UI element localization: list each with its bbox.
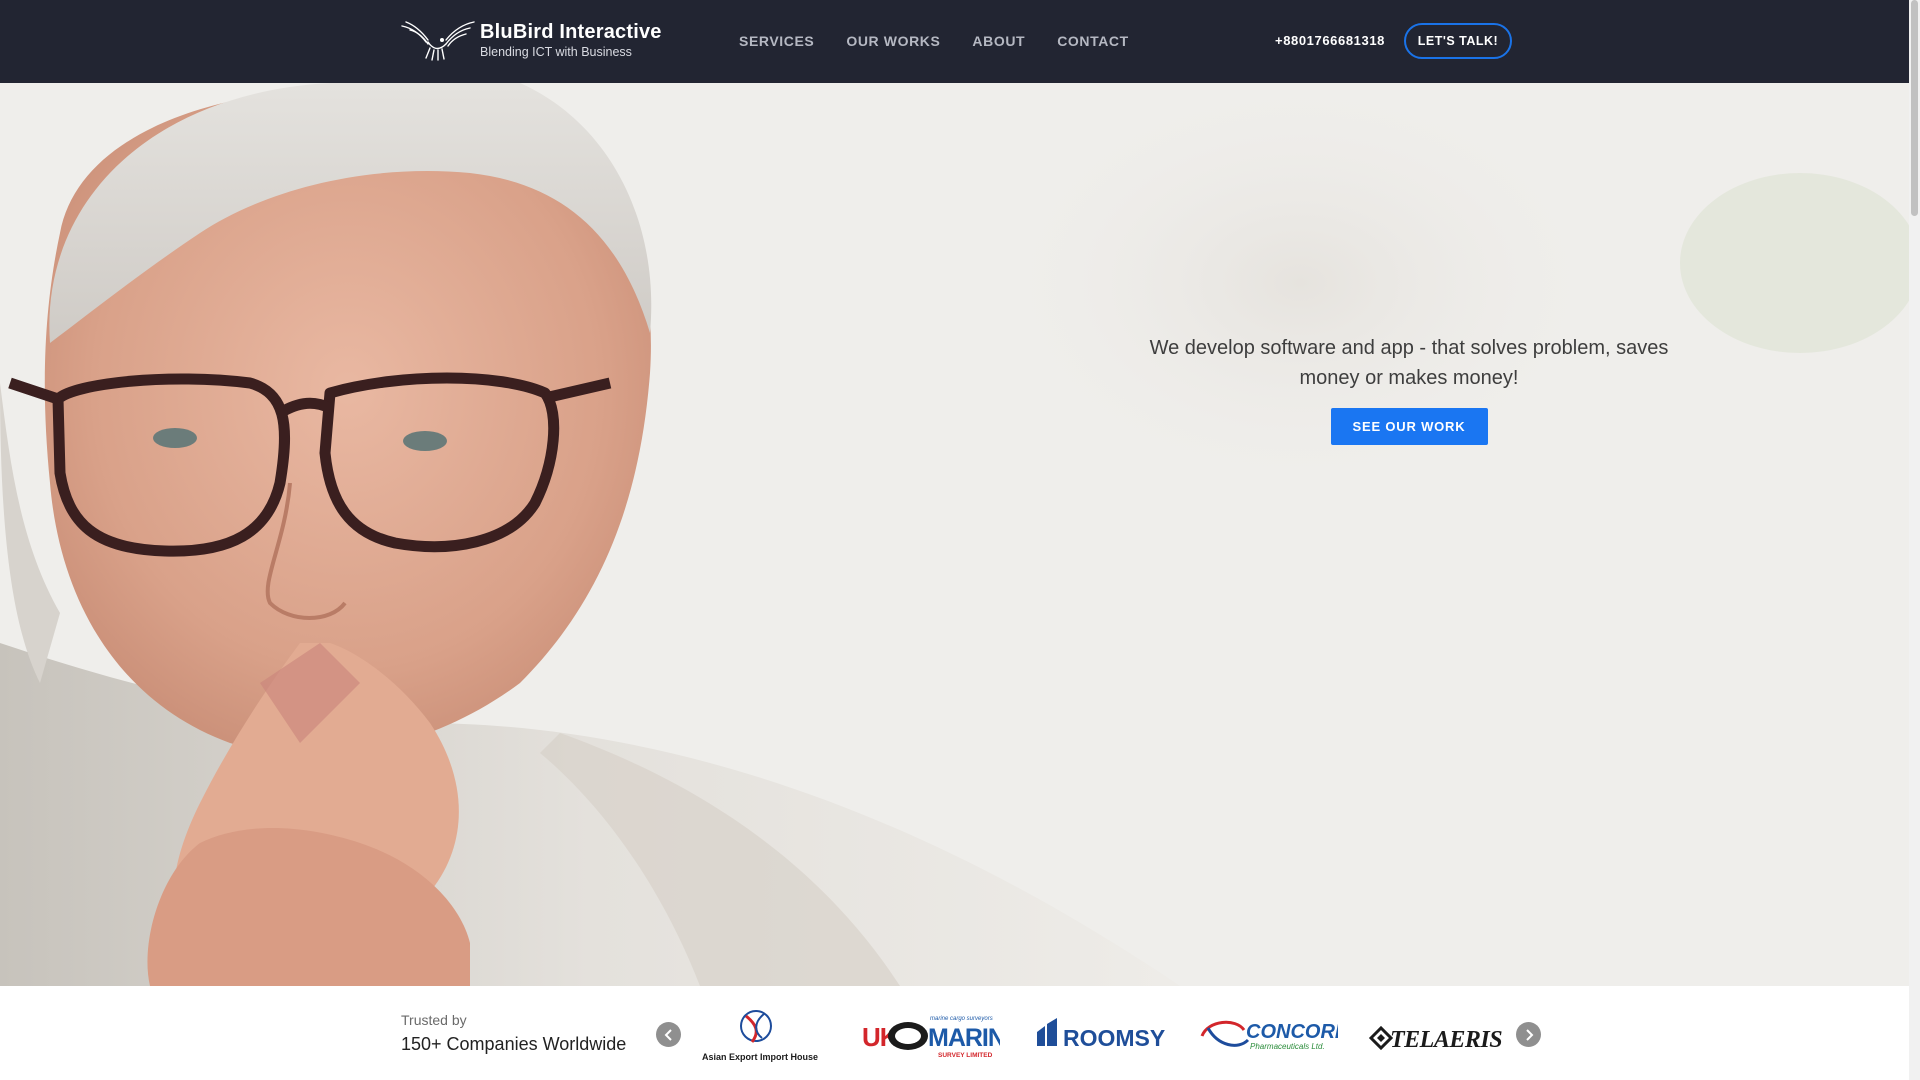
main-nav: SERVICES OUR WORKS ABOUT CONTACT	[739, 31, 1129, 51]
trusted-by-count: 150+ Companies Worldwide	[401, 1034, 627, 1054]
trusted-by-label: Trusted by 150+ Companies Worldwide	[401, 1011, 626, 1056]
logo-uk-marine-tagline: SURVEY LIMITED	[938, 1052, 993, 1059]
trusted-by-strip: Trusted by 150+ Companies Worldwide Asia…	[0, 986, 1909, 1080]
svg-text:MARINE: MARINE	[928, 1024, 1000, 1052]
aeih-globe-logo: Asian Export Import House	[702, 1010, 818, 1062]
carousel-prev-button[interactable]	[656, 1022, 681, 1047]
trusted-by-small: Trusted by	[401, 1012, 467, 1028]
brand-name: BluBird Interactive	[480, 20, 662, 43]
phone-number[interactable]: +8801766681318	[1275, 32, 1385, 50]
carousel-next-button[interactable]	[1516, 1022, 1541, 1047]
nav-contact[interactable]: CONTACT	[1057, 31, 1129, 51]
bird-wings-icon	[401, 21, 475, 61]
man-with-glasses-thinking-photo	[0, 83, 1909, 986]
see-our-work-button[interactable]: SEE OUR WORK	[1330, 408, 1488, 445]
logo-asian-export-text: Asian Export Import House	[702, 1052, 818, 1062]
nav-services[interactable]: SERVICES	[739, 31, 814, 51]
telaeris-logo: TELAERIS	[1368, 1025, 1503, 1053]
lets-talk-button[interactable]: LET'S TALK!	[1404, 23, 1512, 59]
chevron-right-icon	[1525, 1028, 1533, 1041]
hero-headline: We develop software and app - that solve…	[1149, 337, 1669, 389]
client-logo-concord[interactable]: CONCORD Pharmaceuticals Ltd.	[1198, 1006, 1338, 1062]
hero-copy: We develop software and app - that solve…	[1130, 333, 1688, 445]
logo-uk-marine-subtitle: marine cargo surveyors	[930, 1016, 993, 1022]
logo-roomsy-text: ROOMSY	[1063, 1025, 1165, 1051]
nav-our-works[interactable]: OUR WORKS	[846, 31, 940, 51]
top-navbar: BluBird Interactive Blending ICT with Bu…	[0, 0, 1909, 83]
logo-concord-subtitle: Pharmaceuticals Ltd.	[1250, 1042, 1325, 1051]
client-logo-telaeris[interactable]: TELAERIS	[1368, 1006, 1508, 1062]
client-logo-asian-export[interactable]: Asian Export Import House	[700, 1006, 820, 1062]
page-scrollbar[interactable]	[1909, 0, 1920, 1080]
scrollbar-thumb[interactable]	[1911, 0, 1918, 216]
roomsy-logo: ROOMSY	[1037, 1018, 1165, 1051]
uk-marine-logo: UK marine cargo surveyors MARINE SURVEY …	[862, 1016, 1000, 1059]
hero-section: We develop software and app - that solve…	[0, 83, 1909, 986]
concord-logo: CONCORD Pharmaceuticals Ltd.	[1200, 1020, 1338, 1051]
nav-about[interactable]: ABOUT	[972, 31, 1025, 51]
brand-tagline: Blending ICT with Business	[480, 44, 632, 59]
logo-concord-text: CONCORD	[1246, 1021, 1338, 1043]
client-logo-roomsy[interactable]: ROOMSY	[1035, 1006, 1165, 1062]
logo-telaeris-text: TELAERIS	[1390, 1027, 1502, 1053]
client-logo-uk-marine[interactable]: UK marine cargo surveyors MARINE SURVEY …	[860, 1006, 1000, 1062]
brand-logo[interactable]: BluBird Interactive Blending ICT with Bu…	[400, 18, 662, 62]
chevron-left-icon	[664, 1028, 672, 1041]
